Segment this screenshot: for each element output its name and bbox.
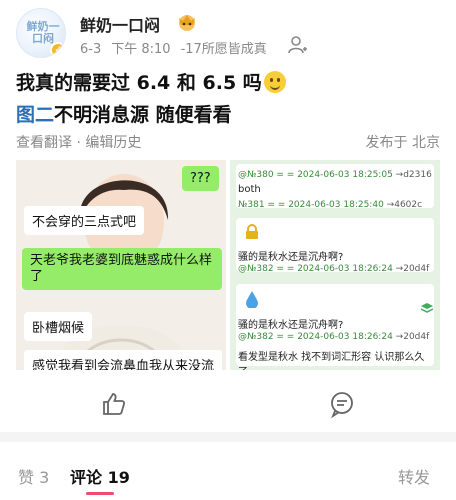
post-image-2[interactable]: @№380 = = 2024-06-03 18:25:05 →d2316 bot…: [230, 160, 440, 370]
chat-row-4-tail: →20d4f: [395, 264, 430, 274]
chat-row-3: 骚的是秋水还是沉舟啊?: [238, 248, 434, 263]
like-icon[interactable]: [100, 390, 128, 418]
add-friend-icon[interactable]: [288, 35, 308, 55]
chat-row-6-id: @№382 = = 2024-06-03 18:26:24: [238, 332, 393, 342]
verified-badge-icon: ✓: [50, 42, 65, 57]
translate-link[interactable]: 查看翻译: [16, 135, 72, 151]
chat-msg-3: 骚的是秋水还是沉舟啊?: [238, 252, 344, 263]
chat-bubble-5: 感觉我看到会流鼻血我从来没流: [24, 350, 223, 370]
post-source[interactable]: -17所愿皆成真: [181, 42, 267, 57]
chat-row-6-tail: →20d4f: [395, 332, 430, 342]
chat-row-1-msg: both: [238, 184, 434, 195]
username[interactable]: 鲜奶一口闷: [80, 12, 160, 36]
post-location: 发布于 北京: [365, 135, 440, 151]
post-title: 我真的需要过 6.4 和 6.5 吗: [16, 68, 286, 95]
tab-repost[interactable]: 转发: [398, 464, 430, 488]
post-meta: 6-3 下午 8:10 -17所愿皆成真: [80, 38, 277, 57]
post-time: 下午 8:10: [111, 42, 171, 57]
image-link[interactable]: 图二: [16, 104, 54, 126]
post-title-text: 我真的需要过 6.4 和 6.5 吗: [16, 72, 262, 94]
chat-row-4: @№382 = = 2024-06-03 18:26:24 →20d4f: [238, 264, 434, 274]
chat-row-2: №381 = = 2024-06-03 18:25:40 →4602c: [238, 200, 434, 210]
layers-icon: [420, 303, 434, 313]
water-drop-icon: [246, 291, 258, 308]
tab-comments[interactable]: 评论 19: [70, 464, 130, 488]
active-tab-indicator: [86, 492, 114, 495]
chat-row-5: 骚的是秋水还是沉舟啊?: [238, 316, 434, 331]
chat-row-2-tail: →4602c: [386, 200, 423, 210]
chat-msg-1: both: [238, 184, 261, 195]
tab-likes[interactable]: 赞 3: [18, 464, 49, 488]
post-subtitle: 图二不明消息源 随便看看: [16, 100, 232, 127]
bottom-tabs: 赞 3 评论 19 转发: [0, 458, 456, 498]
chat-msg-5: 骚的是秋水还是沉舟啊?: [238, 320, 344, 331]
chat-msg-7: 看发型是秋水 找不到词汇形容 认识那么久了: [238, 352, 425, 370]
section-divider: [0, 432, 456, 442]
subtitle-text: 不明消息源 随便看看: [54, 104, 232, 126]
lock-icon: [246, 224, 258, 239]
avatar[interactable]: 鲜奶一口闷 ✓: [16, 8, 66, 58]
chat-row-1: @№380 = = 2024-06-03 18:25:05 →d2316: [238, 170, 434, 180]
crown-icon: [179, 15, 195, 31]
post-date: 6-3: [80, 42, 102, 57]
post-header: 鲜奶一口闷 ✓ 鲜奶一口闷 6-3 下午 8:10 -17所愿皆成真: [16, 8, 446, 58]
chat-row-6: @№382 = = 2024-06-03 18:26:24 →20d4f: [238, 332, 434, 342]
chat-row-4-id: @№382 = = 2024-06-03 18:26:24: [238, 264, 393, 274]
chat-row-7: 看发型是秋水 找不到词汇形容 认识那么久了: [238, 348, 434, 370]
chat-row-1-id: @№380 = = 2024-06-03 18:25:05: [238, 170, 393, 180]
edit-history-link[interactable]: · 编辑历史: [76, 135, 141, 151]
chat-bubble-4: 卧槽烟候: [24, 312, 93, 341]
post-image-1[interactable]: ??? 不会穿的三点式吧 天老爷我老婆到底魅惑成什么样了 卧槽烟候 感觉我看到会…: [16, 160, 226, 370]
comment-icon[interactable]: [328, 390, 356, 418]
chat-bubble-2: 不会穿的三点式吧: [24, 206, 145, 235]
chat-bubble-3: 天老爷我老婆到底魅惑成什么样了: [22, 248, 222, 290]
chat-bubble-1: ???: [182, 166, 219, 191]
chat-row-2-id: №381 = = 2024-06-03 18:25:40: [238, 200, 384, 210]
smile-emoji-icon: [263, 71, 286, 93]
chat-row-1-tail: →d2316: [395, 170, 432, 180]
